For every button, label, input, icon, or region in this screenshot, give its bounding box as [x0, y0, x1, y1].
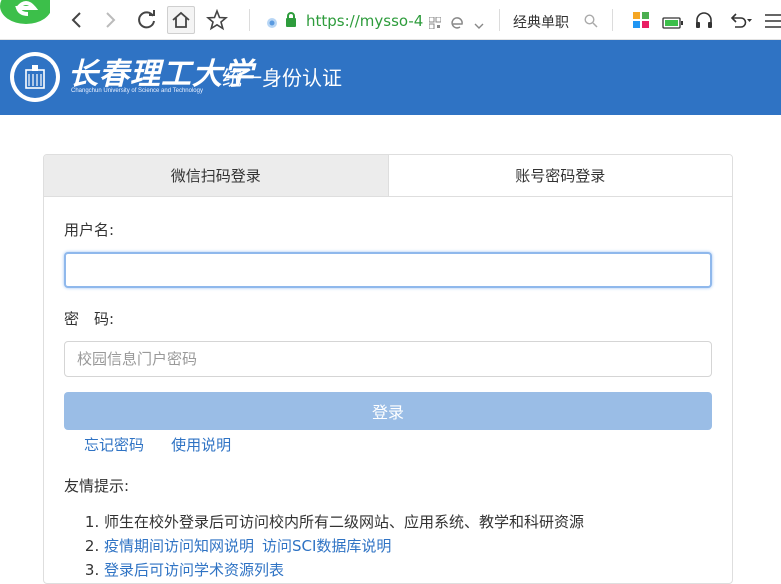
divider — [249, 9, 250, 31]
ie-mode-icon[interactable] — [451, 14, 465, 33]
system-title: 统一身份认证 — [222, 66, 342, 90]
tip-item: 疫情期间访问知网说明访问SCI数据库说明 — [104, 534, 712, 558]
forward-button[interactable] — [98, 7, 124, 33]
tips-title: 友情提示: — [64, 477, 130, 495]
tip-item: 登录后可访问学术资源列表 — [104, 558, 712, 582]
address-bar[interactable]: https://mysso-4 — [306, 12, 423, 30]
site-status-icon — [266, 14, 278, 33]
academic-resources-link[interactable]: 登录后可访问学术资源列表 — [104, 561, 284, 579]
apps-icon[interactable] — [633, 12, 649, 32]
university-english-name: Changchun University of Science and Tech… — [71, 88, 203, 94]
sci-database-link[interactable]: 访问SCI数据库说明 — [262, 537, 391, 555]
back-button[interactable] — [63, 7, 89, 33]
refresh-button[interactable] — [134, 7, 160, 33]
browser-toolbar: https://mysso-4 经典单职 — [0, 0, 781, 40]
headphones-icon[interactable] — [695, 11, 713, 33]
undo-icon[interactable] — [729, 12, 753, 32]
login-form: 用户名: 密 码: 登录 忘记密码 使用说明 友情提示: 师生在校外登录后可访问… — [64, 219, 712, 582]
forgot-password-link[interactable]: 忘记密码 — [84, 436, 144, 454]
login-card: 微信扫码登录 账号密码登录 用户名: 密 码: 登录 忘记密码 使用说明 友情提… — [43, 154, 733, 584]
tip-text: 师生在校外登录后可访问校内所有二级网站、应用系统、教学和科研资源 — [104, 513, 585, 531]
password-input[interactable] — [64, 341, 712, 377]
login-button[interactable]: 登录 — [64, 392, 712, 430]
cnki-guide-link[interactable]: 疫情期间访问知网说明 — [104, 537, 254, 555]
battery-icon[interactable] — [662, 14, 684, 33]
chevron-down-icon[interactable] — [474, 15, 484, 34]
password-label: 密 码: — [64, 310, 115, 328]
username-input[interactable] — [64, 252, 712, 288]
logo-building-icon — [25, 65, 45, 89]
tab-password-login[interactable]: 账号密码登录 — [388, 155, 732, 196]
login-tabs: 微信扫码登录 账号密码登录 — [44, 155, 732, 197]
search-box[interactable]: 经典单职 — [513, 12, 569, 32]
university-logo — [10, 52, 60, 102]
tab-wechat-login[interactable]: 微信扫码登录 — [44, 155, 389, 196]
instructions-link[interactable]: 使用说明 — [171, 436, 231, 454]
home-button[interactable] — [167, 6, 195, 34]
divider — [499, 9, 500, 31]
site-header: 长春理工大学 Changchun University of Science a… — [0, 40, 781, 115]
search-icon[interactable] — [584, 13, 598, 32]
browser-logo-icon — [0, 0, 52, 26]
tips-list: 师生在校外登录后可访问校内所有二级网站、应用系统、教学和科研资源 疫情期间访问知… — [64, 510, 712, 582]
qr-code-icon[interactable] — [428, 14, 442, 33]
tip-item: 师生在校外登录后可访问校内所有二级网站、应用系统、教学和科研资源 — [104, 510, 712, 534]
lock-icon — [285, 12, 297, 32]
favorite-star-icon[interactable] — [204, 7, 230, 33]
username-label: 用户名: — [64, 221, 115, 239]
menu-lines-icon[interactable] — [765, 13, 781, 32]
divider — [612, 9, 613, 31]
help-links: 忘记密码 使用说明 — [64, 434, 712, 455]
